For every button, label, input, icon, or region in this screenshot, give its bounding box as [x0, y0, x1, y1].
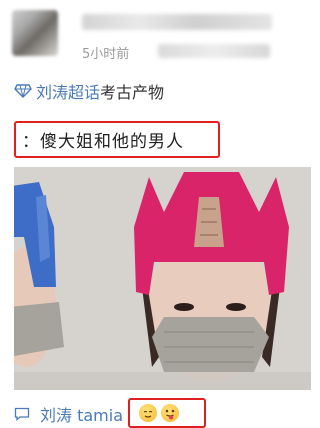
sweat-smile-emoji	[139, 404, 157, 422]
quote-highlight-box: ：傻大姐和他的男人	[14, 121, 220, 158]
tongue-out-emoji	[161, 404, 179, 422]
quote-text: ：傻大姐和他的男人	[22, 132, 184, 152]
post-photo[interactable]	[14, 167, 311, 390]
username-blurred[interactable]	[82, 14, 272, 30]
comment-icon	[14, 407, 30, 421]
post-header: 5小时前	[0, 0, 312, 70]
emoji-highlight-box	[128, 398, 206, 428]
topic-text: 考古产物	[100, 83, 165, 102]
topic-row: 刘涛超话 考古产物	[14, 80, 164, 102]
photo-illustration	[14, 167, 311, 390]
post-timestamp: 5小时前	[82, 47, 130, 62]
avatar[interactable]	[12, 10, 58, 56]
post-source-blurred	[158, 44, 270, 58]
caption-username[interactable]: 刘涛 tamia	[40, 402, 123, 426]
diamond-topic-icon	[14, 84, 32, 98]
topic-link[interactable]: 刘涛超话	[36, 79, 100, 103]
right-mask	[152, 317, 269, 372]
